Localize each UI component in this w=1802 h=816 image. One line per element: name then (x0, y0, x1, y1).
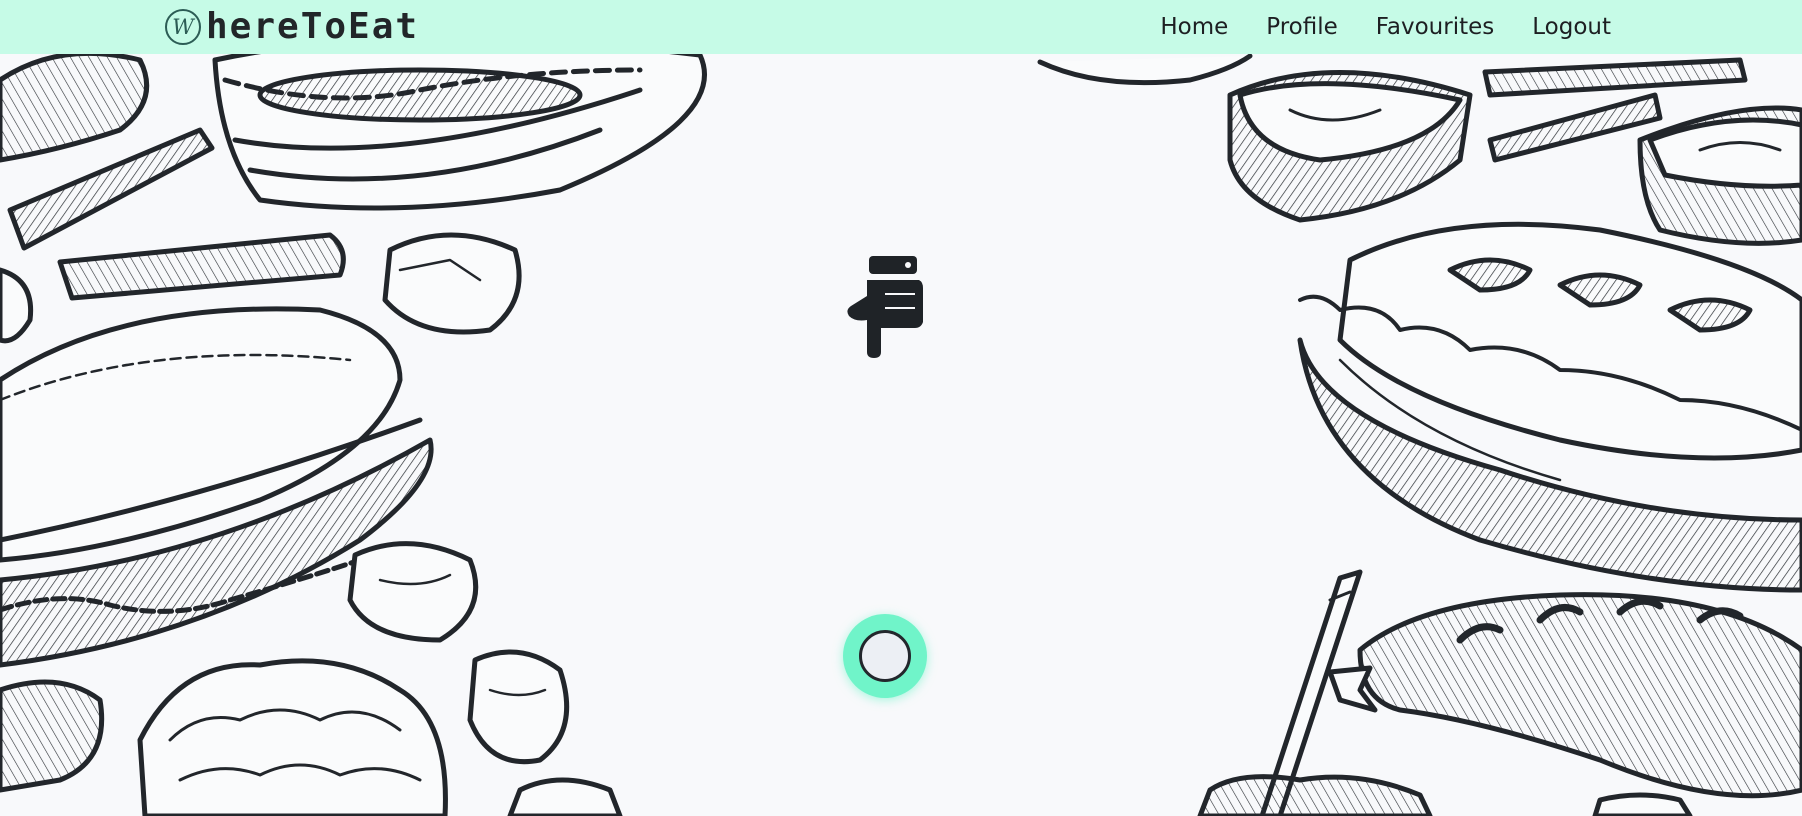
record-button-inner (859, 630, 911, 682)
brand-link[interactable]: W hereToEat (165, 6, 419, 48)
nav-favourites-link[interactable]: Favourites (1376, 14, 1494, 40)
hand-pointing-down-icon (847, 256, 923, 358)
record-button[interactable] (843, 614, 927, 698)
nav-profile-link[interactable]: Profile (1266, 14, 1338, 40)
nav-home-link[interactable]: Home (1160, 14, 1228, 40)
page: W hereToEat Home Profile Favourites Logo… (0, 0, 1802, 816)
brand-name: hereToEat (206, 6, 420, 47)
nav-logout-link[interactable]: Logout (1532, 14, 1611, 40)
top-navbar: W hereToEat Home Profile Favourites Logo… (0, 0, 1802, 54)
brand-logo-icon: W (165, 9, 201, 45)
nav-links: Home Profile Favourites Logout (1160, 0, 1611, 54)
